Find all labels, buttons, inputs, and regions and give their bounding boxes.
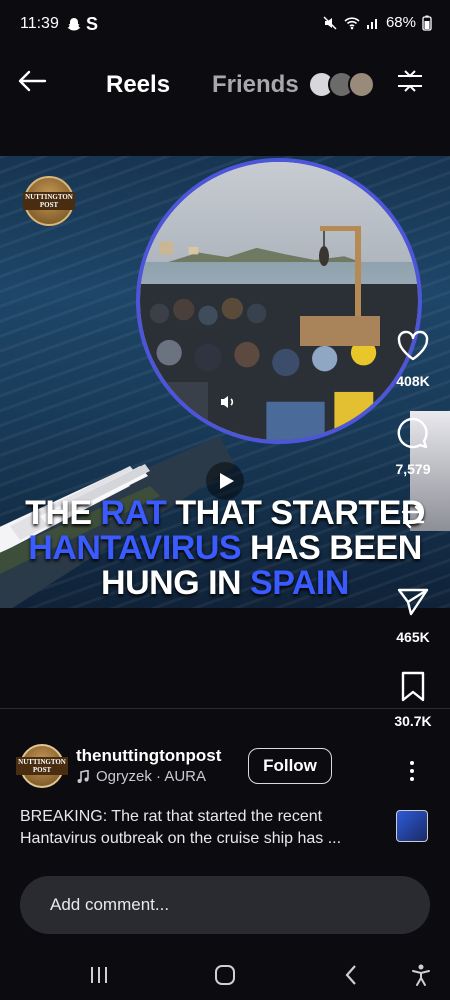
avatar <box>348 71 375 98</box>
bookmark-icon <box>401 671 425 702</box>
follow-button[interactable]: Follow <box>248 748 332 784</box>
author-avatar[interactable]: NUTTINGTON POST <box>16 744 68 788</box>
audio-thumbnail[interactable] <box>396 810 428 842</box>
comment-placeholder: Add comment... <box>50 895 170 914</box>
reels-header: Reels Friends <box>0 55 450 115</box>
comment-icon <box>397 417 428 449</box>
volume-icon[interactable] <box>218 392 238 412</box>
filter-button[interactable] <box>392 63 428 99</box>
inset-photo <box>136 158 422 444</box>
audio-track[interactable]: Ogryzek · AURA <box>76 768 206 785</box>
logo-text: NUTTINGTON POST <box>23 192 75 210</box>
nuttington-post-logo: NUTTINGTON POST <box>23 176 75 226</box>
back-button[interactable] <box>12 61 52 101</box>
accessibility-icon <box>412 964 430 986</box>
video-headline: THE RAT THAT STARTED HANTAVIRUS HAS BEEN… <box>0 496 450 601</box>
chevron-left-icon <box>345 965 356 985</box>
remix-button[interactable] <box>386 500 440 539</box>
headline-line-3: HUNG IN SPAIN <box>101 564 349 602</box>
s-icon: S <box>86 14 99 34</box>
gallows-image <box>300 226 380 346</box>
friends-avatar-stack[interactable] <box>308 71 378 101</box>
send-icon <box>397 588 429 616</box>
battery-icon <box>422 15 432 31</box>
recents-icon <box>91 967 107 983</box>
music-note-icon <box>77 769 89 783</box>
share-count: 465K <box>396 629 430 645</box>
recent-apps-button[interactable] <box>82 958 116 992</box>
more-options-button[interactable] <box>400 756 424 786</box>
signal-icon <box>366 18 377 29</box>
home-button[interactable] <box>208 958 242 992</box>
headline-line-1: THE RAT THAT STARTED <box>25 494 425 532</box>
comment-button[interactable]: 7,579 <box>386 416 440 477</box>
wifi-icon <box>344 16 360 29</box>
save-count: 30.7K <box>394 713 432 729</box>
status-time: 11:39 <box>20 15 59 32</box>
status-system-icons: 68% <box>322 14 432 31</box>
repost-icon <box>401 505 425 529</box>
dot <box>410 777 414 781</box>
like-count: 408K <box>396 373 430 389</box>
status-bar: 11:39 S 68% <box>0 0 450 50</box>
system-nav-bar <box>0 950 450 1000</box>
save-button[interactable]: 30.7K <box>386 670 440 729</box>
snapchat-icon <box>67 17 81 30</box>
divider <box>0 708 450 709</box>
heart-icon <box>397 330 429 361</box>
headline-line-2: HANTAVIRUS HAS BEEN <box>28 529 422 567</box>
share-button[interactable]: 465K <box>386 586 440 645</box>
comment-input[interactable]: Add comment... <box>20 876 430 934</box>
arrow-left-icon <box>18 70 47 92</box>
system-back-button[interactable] <box>334 958 368 992</box>
audio-label: Ogryzek · AURA <box>96 768 207 785</box>
reel-video[interactable]: NUTTINGTON POST THE RAT THAT STARTED HAN… <box>0 156 450 608</box>
accessibility-button[interactable] <box>404 958 438 992</box>
dot <box>410 769 414 773</box>
avatar-logo-text: NUTTINGTON POST <box>16 757 68 775</box>
battery-level: 68% <box>385 14 416 31</box>
status-notification-icons: S <box>66 14 98 35</box>
filter-icon <box>398 70 422 92</box>
play-icon <box>220 473 234 489</box>
dot <box>410 761 414 765</box>
post-caption[interactable]: BREAKING: The rat that started the recen… <box>20 806 386 850</box>
like-button[interactable]: 408K <box>386 330 440 389</box>
author-name[interactable]: thenuttingtonpost <box>76 746 221 766</box>
tab-friends[interactable]: Friends <box>212 71 299 99</box>
post-author-row: NUTTINGTON POST thenuttingtonpost Ogryze… <box>16 744 440 790</box>
tab-reels[interactable]: Reels <box>106 71 170 99</box>
comment-count: 7,579 <box>395 461 431 477</box>
home-icon <box>215 965 235 985</box>
mute-icon <box>323 15 337 30</box>
